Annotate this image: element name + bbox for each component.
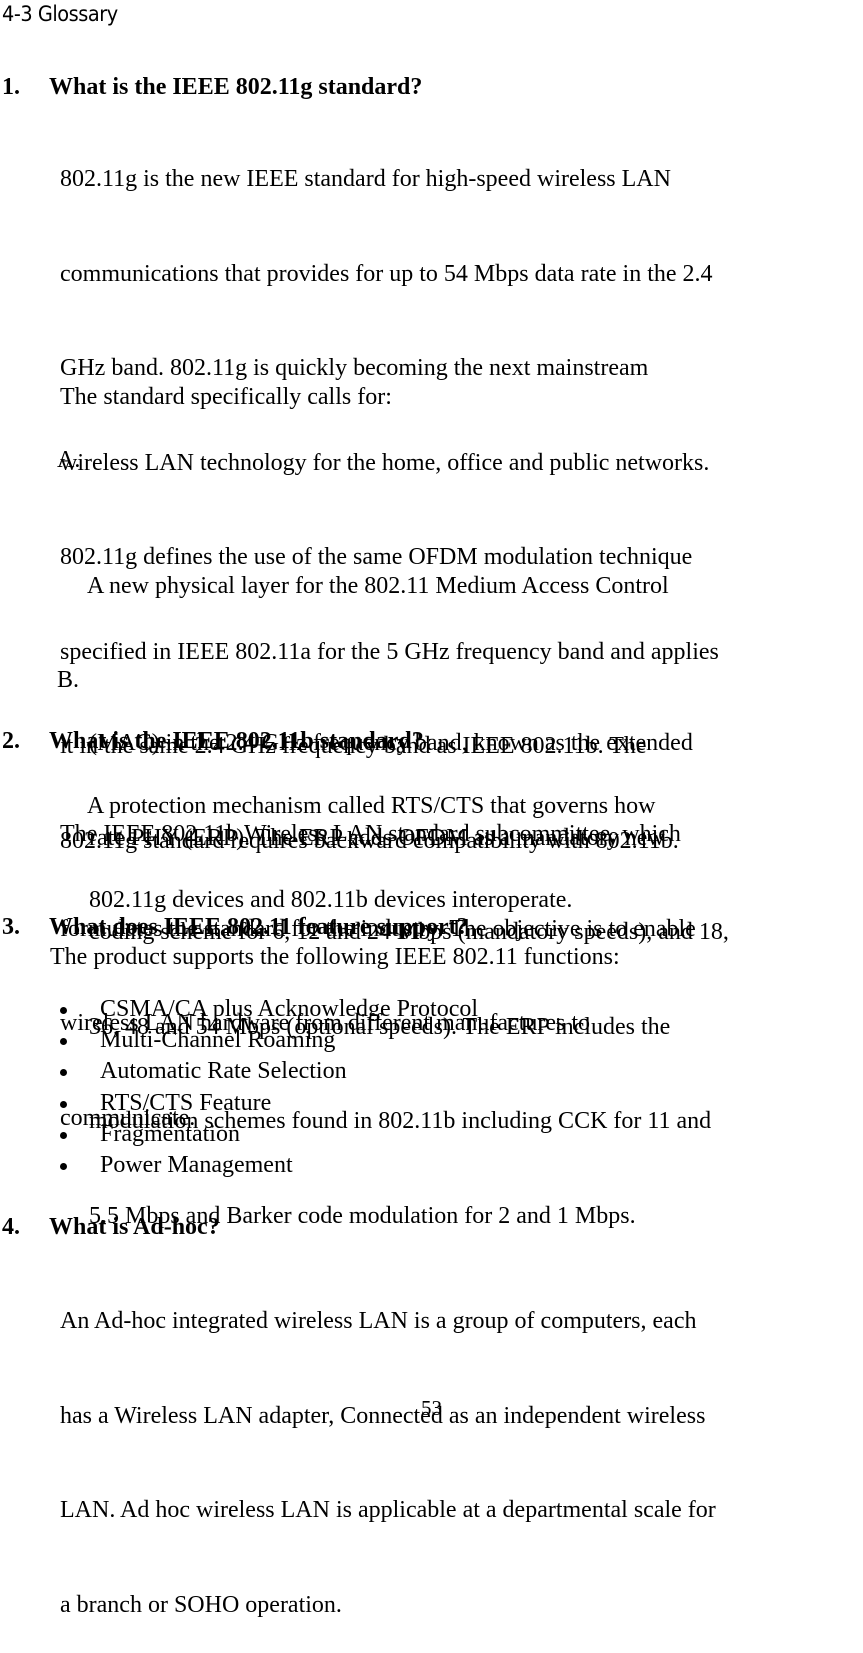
text-line: 802.11g is the new IEEE standard for hig… [60,166,671,192]
question-number: 2. [2,728,20,754]
question-3-heading: 3. What does IEEE 802.11 feature support? [2,912,469,943]
text-line: communications that provides for up to 5… [60,260,713,287]
text-line: An Ad-hoc integrated wireless LAN is a g… [60,1308,697,1334]
bullet-icon [60,1007,67,1014]
calls-for-intro: The standard specifically calls for: [60,384,392,410]
question-number: 1. [2,74,20,100]
question-text: What is the IEEE 802.11b standard? [49,728,424,754]
list-marker: A. [57,446,81,473]
text-line: a branch or SOHO operation. [60,1591,342,1618]
question-2-heading: 2. What is the IEEE 802.11b standard? [2,726,424,757]
bullet-icon [60,1101,67,1108]
question-number: 4. [2,1214,20,1240]
question-number: 3. [2,914,20,940]
question-1-heading: 1. What is the IEEE 802.11g standard? [2,72,422,103]
page-number: 53 [421,1396,442,1420]
list-marker: B. [57,666,80,693]
section-title: 4-3 Glossary [2,2,118,26]
text-line: GHz band. 802.11g is quickly becoming th… [60,355,649,381]
question-4-heading: 4. What is Ad-hoc? [2,1212,220,1243]
answer-4-paragraph: An Ad-hoc integrated wireless LAN is a g… [60,1243,716,1653]
question-text: What is Ad-hoc? [49,1214,220,1240]
question-text: What is the IEEE 802.11g standard? [49,74,423,100]
bullet-icon [60,1163,67,1170]
text-line: The IEEE 802.11b Wireless LAN standard s… [60,821,681,847]
bullet-icon [60,1069,67,1076]
bullet-icon [60,1132,67,1139]
text-line: LAN. Ad hoc wireless LAN is applicable a… [60,1497,716,1523]
answer-3-intro: The product supports the following IEEE … [50,944,620,970]
text-line: A new physical layer for the 802.11 Medi… [87,572,669,599]
bullet-icon [60,1038,67,1045]
question-text: What does IEEE 802.11 feature support? [49,914,469,940]
